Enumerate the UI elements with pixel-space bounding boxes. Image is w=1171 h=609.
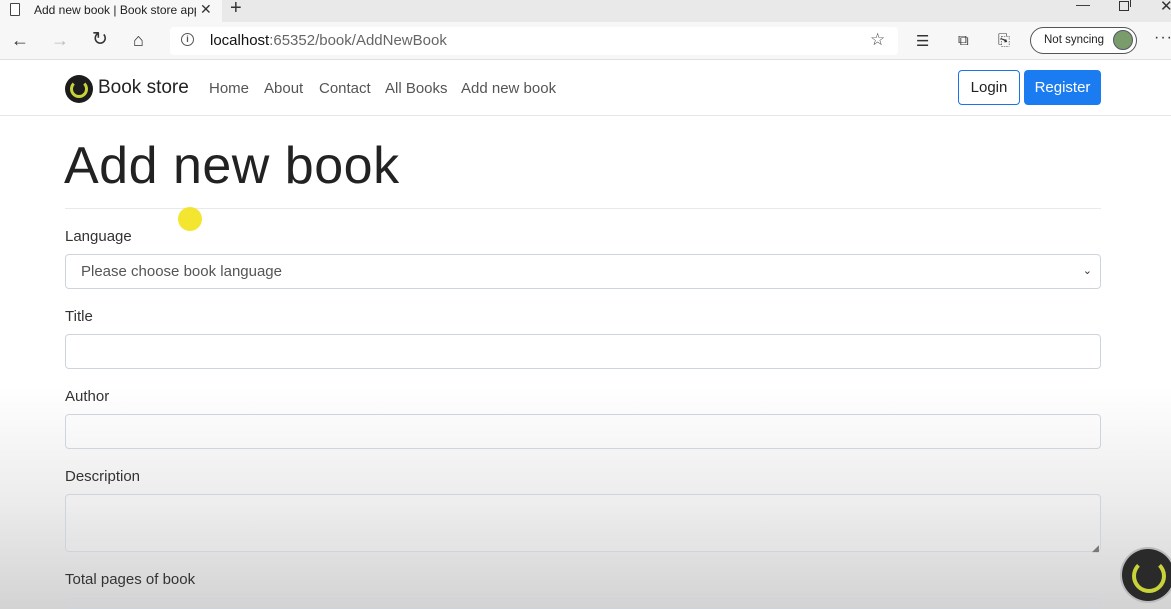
- author-input[interactable]: [65, 414, 1101, 449]
- url-host: localhost: [210, 32, 270, 49]
- browser-tab-bar: Add new book | Book store appl ✕ + — ✕: [0, 0, 1171, 22]
- close-tab-icon[interactable]: ✕: [200, 1, 212, 18]
- nav-link-home[interactable]: Home: [209, 80, 249, 97]
- description-label: Description: [65, 468, 141, 485]
- share-icon[interactable]: ⎘: [998, 32, 1010, 49]
- url-text[interactable]: localhost:65352/book/AddNewBook: [210, 32, 447, 49]
- login-button[interactable]: Login: [958, 70, 1020, 105]
- browser-toolbar: ← → ↻ ⌂ i localhost:65352/book/AddNewBoo…: [0, 22, 1171, 60]
- collections-icon[interactable]: ⧉: [958, 32, 969, 49]
- nav-link-contact[interactable]: Contact: [319, 80, 371, 97]
- nav-link-add-new-book[interactable]: Add new book: [461, 80, 556, 97]
- resize-grip-icon[interactable]: ◢: [1092, 543, 1099, 554]
- refresh-icon[interactable]: ↻: [92, 30, 108, 50]
- title-divider: [65, 208, 1101, 209]
- chevron-down-icon: ⌄: [1082, 265, 1092, 277]
- sync-status-label: Not syncing: [1044, 34, 1105, 46]
- new-tab-icon[interactable]: +: [230, 0, 242, 20]
- page-icon: [10, 3, 20, 16]
- home-icon[interactable]: ⌂: [133, 30, 144, 50]
- close-window-icon[interactable]: ✕: [1160, 0, 1171, 15]
- total-pages-label: Total pages of book: [65, 571, 196, 588]
- language-select[interactable]: Please choose book language ⌄: [65, 254, 1101, 289]
- more-menu-icon[interactable]: ···: [1154, 29, 1171, 47]
- register-button[interactable]: Register: [1024, 70, 1101, 105]
- favorite-star-icon[interactable]: ☆: [870, 30, 885, 50]
- author-label: Author: [65, 388, 110, 405]
- browser-tab-active[interactable]: Add new book | Book store appl ✕: [0, 0, 222, 22]
- nav-link-about[interactable]: About: [264, 80, 303, 97]
- profile-avatar: [1113, 30, 1133, 50]
- nav-link-all-books[interactable]: All Books: [385, 80, 448, 97]
- cursor-highlight: [178, 207, 202, 231]
- address-bar[interactable]: i localhost:65352/book/AddNewBook ☆: [170, 27, 898, 55]
- language-selected-value: Please choose book language: [81, 263, 282, 280]
- total-pages-input[interactable]: [65, 598, 1101, 609]
- back-arrow-icon[interactable]: ←: [11, 30, 29, 50]
- title-label: Title: [65, 308, 93, 325]
- site-navbar: Book store Home About Contact All Books …: [0, 60, 1171, 116]
- url-path: :65352/book/AddNewBook: [269, 32, 447, 49]
- channel-watermark-logo: [1122, 549, 1171, 601]
- description-textarea[interactable]: [65, 494, 1101, 552]
- page-title: Add new book: [64, 137, 400, 195]
- language-label: Language: [65, 228, 132, 245]
- title-input[interactable]: [65, 334, 1101, 369]
- minimize-icon[interactable]: —: [1076, 0, 1090, 12]
- forward-arrow-icon[interactable]: →: [51, 30, 69, 50]
- profile-sync-button[interactable]: Not syncing: [1030, 27, 1137, 54]
- favorites-list-icon[interactable]: ☰: [916, 32, 929, 50]
- tab-title: Add new book | Book store appl: [34, 3, 196, 17]
- restore-window-icon[interactable]: [1119, 0, 1131, 11]
- brand-name[interactable]: Book store: [98, 77, 189, 99]
- info-icon[interactable]: i: [181, 33, 194, 46]
- brand-logo-icon[interactable]: [65, 75, 93, 103]
